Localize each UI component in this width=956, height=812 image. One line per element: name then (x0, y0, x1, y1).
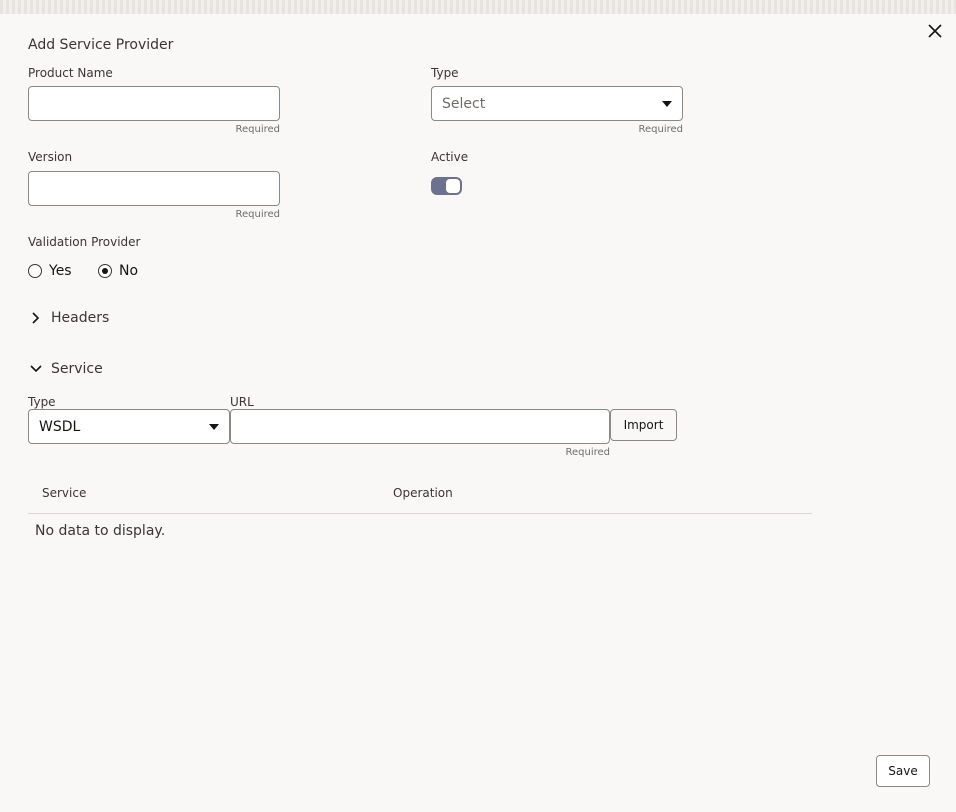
top-banner-strip (0, 0, 956, 14)
active-label: Active (431, 150, 469, 164)
chevron-down-icon (30, 365, 42, 373)
radio-no-circle (98, 264, 112, 278)
product-name-input[interactable] (28, 86, 280, 121)
import-button[interactable]: Import (610, 409, 677, 441)
service-section-toggle[interactable]: Service (28, 361, 103, 377)
service-type-value: WSDL (39, 418, 81, 435)
chevron-right-icon (32, 312, 40, 324)
type-label: Type (431, 66, 459, 80)
headers-section-label: Headers (51, 310, 110, 326)
radio-no-label: No (119, 263, 139, 279)
save-button[interactable]: Save (876, 755, 930, 787)
table-divider (28, 513, 812, 514)
version-input[interactable] (28, 171, 280, 206)
dialog-title: Add Service Provider (28, 37, 174, 53)
close-button[interactable] (924, 20, 946, 42)
table-header-service: Service (42, 486, 87, 500)
radio-no[interactable]: No (98, 263, 138, 279)
table-header-operation: Operation (393, 486, 453, 500)
radio-yes-label: Yes (49, 263, 72, 279)
service-section-label: Service (51, 361, 103, 377)
type-select-placeholder: Select (442, 95, 486, 112)
url-required: Required (565, 447, 610, 458)
product-name-required: Required (235, 124, 280, 135)
version-label: Version (28, 150, 73, 164)
radio-yes[interactable]: Yes (28, 263, 72, 279)
close-icon (928, 24, 942, 38)
product-name-label: Product Name (28, 66, 113, 80)
validation-provider-label: Validation Provider (28, 235, 141, 249)
caret-down-icon (662, 100, 672, 107)
url-input[interactable] (230, 409, 610, 444)
headers-section-toggle[interactable]: Headers (28, 310, 109, 326)
active-toggle[interactable] (431, 177, 462, 195)
service-type-label: Type (28, 395, 56, 409)
table-empty-message: No data to display. (35, 523, 166, 539)
type-select[interactable]: Select (431, 86, 683, 121)
version-required: Required (235, 209, 280, 220)
url-label: URL (230, 395, 254, 409)
service-type-select[interactable]: WSDL (28, 409, 230, 444)
caret-down-icon (209, 423, 219, 430)
type-required: Required (638, 124, 683, 135)
toggle-knob (446, 179, 460, 193)
radio-yes-circle (28, 264, 42, 278)
